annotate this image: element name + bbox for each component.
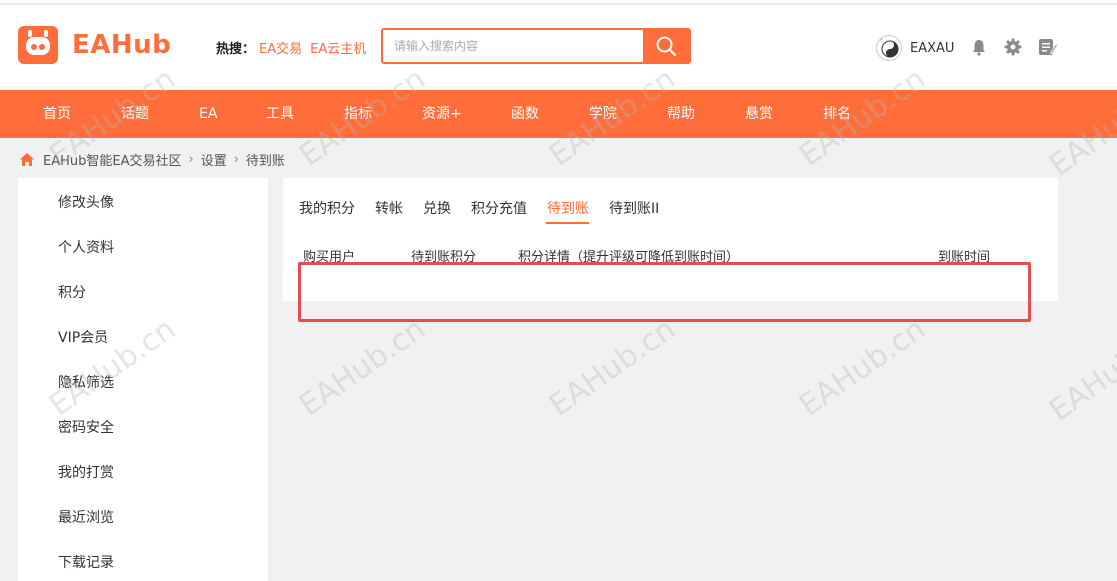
edit-note-icon[interactable] [1038, 38, 1058, 56]
hot-search-label: 热搜： [216, 42, 256, 57]
search-icon [656, 36, 677, 57]
sidebar-item-security[interactable]: 密码安全 [58, 417, 114, 437]
bell-icon[interactable] [970, 38, 988, 56]
nav-ea[interactable]: EA [199, 90, 217, 138]
search-box [381, 28, 691, 64]
sidebar-item-vip[interactable]: VIP会员 [58, 327, 108, 347]
site-header: EAHub 热搜：EA交易 EA云主机 EAXAU [0, 5, 1117, 90]
user-name: EAXAU [910, 40, 955, 56]
tab-my-points[interactable]: 我的积分 [299, 198, 355, 218]
nav-academy[interactable]: 学院 [589, 90, 617, 138]
highlight-box [298, 262, 1031, 322]
watermark: EAHub.cn [1043, 316, 1117, 429]
robot-logo-icon [18, 26, 58, 64]
main-nav: 首页 话题 EA 工具 指标 资源+ 函数 学院 帮助 悬赏 排名 [0, 90, 1117, 138]
tab-transfer[interactable]: 转帐 [375, 198, 403, 218]
tab-pending[interactable]: 待到账 [547, 198, 589, 218]
watermark: EAHub.cn [543, 311, 683, 424]
settings-sidebar: 修改头像 个人资料 积分 VIP会员 隐私筛选 密码安全 我的打赏 最近浏览 下… [18, 178, 268, 581]
sidebar-item-avatar[interactable]: 修改头像 [58, 192, 114, 212]
tab-exchange[interactable]: 兑换 [423, 198, 451, 218]
nav-topics[interactable]: 话题 [121, 90, 149, 138]
sidebar-item-tips[interactable]: 我的打赏 [58, 462, 114, 482]
sidebar-item-profile[interactable]: 个人资料 [58, 237, 114, 257]
watermark: EAHub.cn [793, 311, 933, 424]
nav-ranking[interactable]: 排名 [823, 90, 851, 138]
watermark: EAHub.cn [293, 311, 433, 424]
chevron-right-icon: › [233, 152, 239, 167]
nav-help[interactable]: 帮助 [667, 90, 695, 138]
home-icon[interactable] [19, 152, 35, 167]
search-button[interactable] [643, 30, 689, 62]
sidebar-item-downloads[interactable]: 下载记录 [58, 552, 114, 572]
search-input[interactable] [383, 30, 643, 62]
gear-icon[interactable] [1004, 38, 1022, 56]
active-tab-indicator [546, 222, 589, 224]
hot-search: 热搜： EA交易 EA云主机 [216, 38, 370, 57]
yin-yang-avatar-icon [879, 38, 901, 60]
breadcrumb-current: 待到账 [245, 154, 285, 169]
chevron-right-icon: › [188, 152, 194, 167]
sidebar-item-recent[interactable]: 最近浏览 [58, 507, 114, 527]
nav-bounty[interactable]: 悬赏 [745, 90, 773, 138]
tab-pending-ii[interactable]: 待到账II [609, 198, 659, 218]
logo-text: EAHub [72, 30, 172, 60]
sidebar-item-privacy[interactable]: 隐私筛选 [58, 372, 114, 392]
breadcrumb-home[interactable]: EAHub智能EA交易社区 [43, 150, 181, 169]
site-logo[interactable]: EAHub [18, 26, 171, 64]
sidebar-item-points[interactable]: 积分 [58, 282, 86, 302]
breadcrumb: EAHub智能EA交易社区 › 设置 › 待到账 [19, 150, 285, 169]
nav-functions[interactable]: 函数 [511, 90, 539, 138]
nav-resources[interactable]: 资源+ [422, 90, 462, 138]
nav-home[interactable]: 首页 [43, 90, 71, 138]
breadcrumb-settings[interactable]: 设置 [201, 150, 227, 169]
hot-link-ea-cloud[interactable]: EA云主机 [310, 42, 366, 57]
nav-indicators[interactable]: 指标 [344, 90, 372, 138]
top-border [0, 0, 1117, 4]
tab-recharge[interactable]: 积分充值 [471, 198, 527, 218]
user-avatar[interactable] [876, 35, 902, 61]
hot-link-ea-trade[interactable]: EA交易 [259, 42, 302, 57]
nav-tools[interactable]: 工具 [266, 90, 294, 138]
user-menu[interactable]: EAXAU [876, 35, 954, 61]
